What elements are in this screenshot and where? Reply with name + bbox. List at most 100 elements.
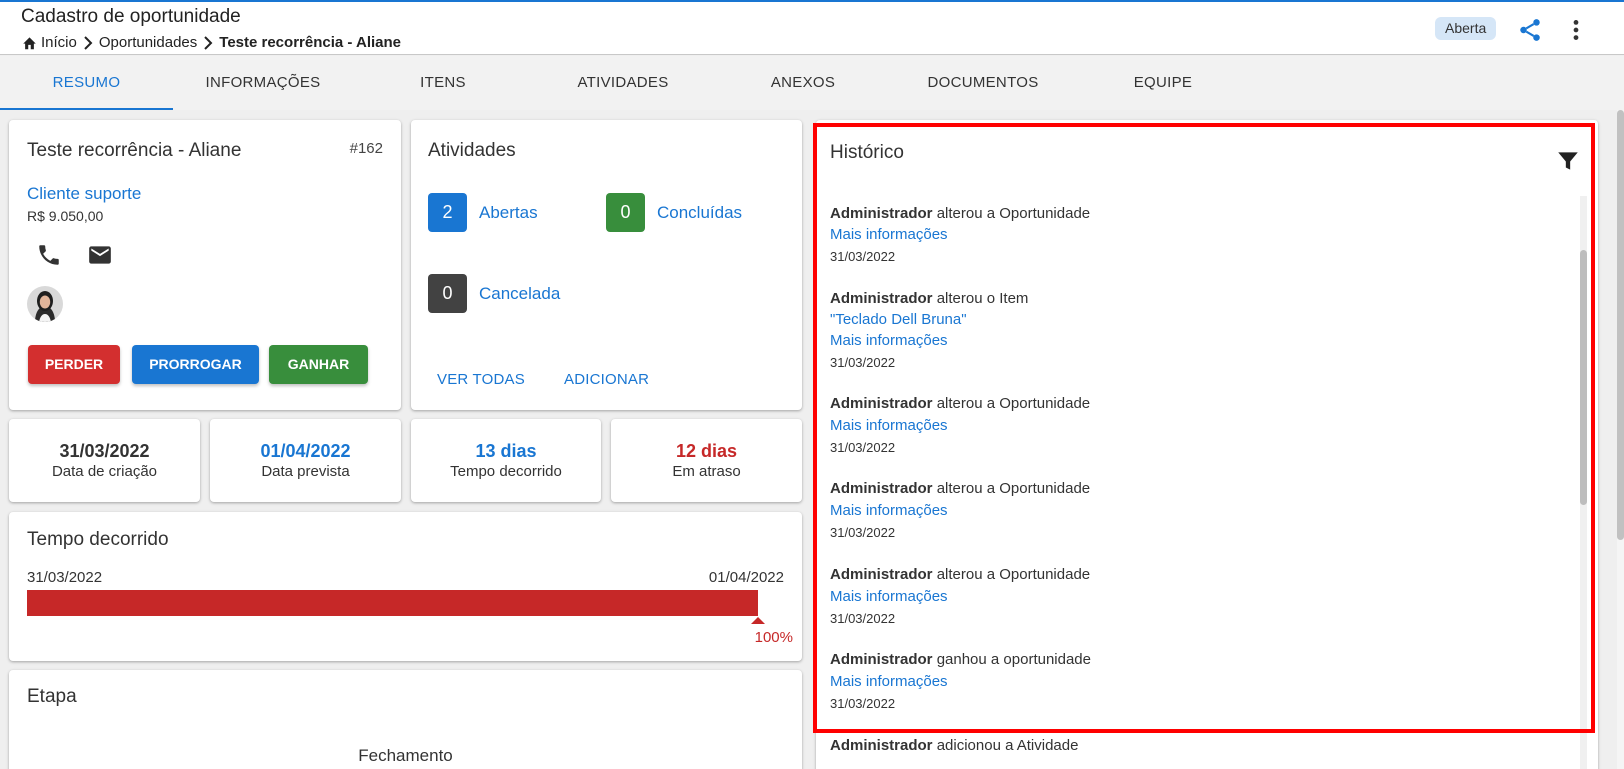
stat-value: 01/04/2022: [260, 441, 351, 461]
filter-icon[interactable]: [1555, 148, 1581, 174]
breadcrumb-home[interactable]: Início: [22, 34, 77, 51]
elapsed-time-card: Tempo decorrido 31/03/2022 01/04/2022 10…: [9, 512, 802, 661]
tab-anexos[interactable]: ANEXOS: [713, 56, 893, 110]
done-activities-link[interactable]: Concluídas: [657, 203, 742, 223]
email-icon[interactable]: [87, 242, 113, 268]
share-icon[interactable]: [1517, 17, 1543, 43]
more-info-link[interactable]: Mais informações: [830, 500, 1090, 521]
tab-bar: RESUMO INFORMAÇÕES ITENS ATIVIDADES ANEX…: [0, 56, 1624, 110]
more-info-link[interactable]: Mais informações: [830, 224, 1090, 245]
stat-label: Tempo decorrido: [450, 463, 562, 480]
page-scrollbar-thumb[interactable]: [1617, 110, 1624, 540]
history-entry: Administrador alterou a Oportunidade Mai…: [830, 478, 1090, 543]
opportunity-value: R$ 9.050,00: [27, 208, 104, 224]
history-entry: Administrador alterou a Oportunidade Mai…: [830, 564, 1090, 629]
history-action: alterou a Oportunidade: [936, 205, 1091, 222]
stat-card-elapsed: 13 dias Tempo decorrido: [411, 419, 601, 502]
activities-title: Atividades: [428, 140, 516, 161]
phone-icon[interactable]: [36, 242, 62, 268]
breadcrumb-item-current: Teste recorrência - Aliane: [219, 34, 402, 51]
page-title: Cadastro de oportunidade: [21, 6, 241, 27]
chevron-right-icon: [84, 35, 93, 50]
more-info-link[interactable]: Mais informações: [830, 330, 1028, 351]
avatar[interactable]: [27, 286, 63, 322]
breadcrumb-item-oportunidades[interactable]: Oportunidades: [99, 34, 197, 51]
history-title: Histórico: [830, 142, 904, 163]
stat-label: Data prevista: [261, 463, 350, 480]
history-user: Administrador: [830, 651, 933, 668]
history-user: Administrador: [830, 566, 933, 583]
open-activities-link[interactable]: Abertas: [479, 203, 538, 223]
activities-card: Atividades 2 Abertas 0 Concluídas 0 Canc…: [411, 120, 802, 410]
history-date: 31/03/2022: [830, 249, 896, 264]
tab-itens[interactable]: ITENS: [353, 56, 533, 110]
tab-informacoes[interactable]: INFORMAÇÕES: [173, 56, 353, 110]
history-scrollbar-thumb[interactable]: [1580, 250, 1587, 505]
elapsed-progress-percent: 100%: [754, 629, 793, 646]
stat-card-created: 31/03/2022 Data de criação: [9, 419, 200, 502]
stat-label: Em atraso: [672, 463, 741, 480]
stage-current: Fechamento: [358, 746, 453, 765]
open-activities-count[interactable]: 2: [428, 193, 467, 232]
history-user: Administrador: [830, 395, 933, 412]
history-entry: Administrador adicionou a Atividade: [830, 735, 1078, 756]
cancelled-activities-link[interactable]: Cancelada: [479, 284, 560, 304]
history-action: adicionou a Atividade: [936, 737, 1079, 754]
history-date: 31/03/2022: [830, 355, 896, 370]
add-activity-button[interactable]: ADICIONAR: [564, 371, 649, 388]
elapsed-end-date: 01/04/2022: [708, 569, 784, 586]
history-action: alterou a Oportunidade: [936, 480, 1091, 497]
history-user: Administrador: [830, 480, 933, 497]
history-date: 31/03/2022: [830, 525, 896, 540]
history-entry: Administrador alterou a Oportunidade Mai…: [830, 393, 1090, 458]
lose-button[interactable]: PERDER: [28, 345, 120, 384]
client-link[interactable]: Cliente suporte: [27, 184, 141, 204]
app-header: Cadastro de oportunidade Início Oportuni…: [0, 2, 1624, 55]
tab-documentos[interactable]: DOCUMENTOS: [893, 56, 1073, 110]
view-all-activities-button[interactable]: VER TODAS: [437, 371, 525, 388]
history-date: 31/03/2022: [830, 611, 896, 626]
done-activities-count[interactable]: 0: [606, 193, 645, 232]
history-user: Administrador: [830, 290, 933, 307]
home-icon: [23, 36, 36, 49]
history-entry: Administrador alterou a Oportunidade Mai…: [830, 203, 1090, 267]
stat-value: 12 dias: [675, 441, 738, 461]
stat-value: 13 dias: [475, 441, 537, 461]
extend-button[interactable]: PRORROGAR: [132, 345, 259, 384]
stage-card: Etapa Fechamento: [9, 670, 802, 769]
history-user: Administrador: [830, 737, 933, 754]
history-action: alterou a Oportunidade: [936, 566, 1091, 583]
history-action: ganhou a oportunidade: [936, 651, 1091, 668]
history-entry: Administrador alterou o Item "Teclado De…: [830, 288, 1028, 373]
history-detail-link[interactable]: "Teclado Dell Bruna": [830, 309, 1028, 330]
tab-resumo[interactable]: RESUMO: [0, 56, 173, 110]
history-entry: Administrador ganhou a oportunidade Mais…: [830, 649, 1091, 714]
stat-label: Data de criação: [51, 463, 158, 480]
stat-card-expected: 01/04/2022 Data prevista: [210, 419, 401, 502]
history-card: Histórico Administrador alterou a Oportu…: [816, 120, 1598, 769]
more-vert-icon[interactable]: [1563, 17, 1589, 43]
breadcrumb-item-inicio[interactable]: Início: [41, 34, 77, 51]
cancelled-activities-count[interactable]: 0: [428, 274, 467, 313]
more-info-link[interactable]: Mais informações: [830, 415, 1090, 436]
win-button[interactable]: GANHAR: [269, 345, 368, 384]
history-user: Administrador: [830, 205, 933, 222]
more-info-link[interactable]: Mais informações: [830, 671, 1091, 692]
user-avatar-icon: [27, 286, 63, 322]
stage-title: Etapa: [27, 686, 77, 707]
history-action: alterou a Oportunidade: [936, 395, 1091, 412]
history-action: alterou o Item: [936, 290, 1029, 307]
status-badge: Aberta: [1435, 17, 1497, 40]
tab-equipe[interactable]: EQUIPE: [1073, 56, 1253, 110]
elapsed-progress-track: [27, 590, 758, 616]
more-info-link[interactable]: Mais informações: [830, 586, 1090, 607]
progress-marker-icon: [751, 617, 765, 624]
chevron-right-icon: [204, 35, 213, 50]
opportunity-card: Teste recorrência - Aliane #162 Cliente …: [9, 120, 401, 410]
tab-atividades[interactable]: ATIVIDADES: [533, 56, 713, 110]
history-date: 31/03/2022: [830, 440, 896, 455]
elapsed-progress-fill: [27, 590, 758, 616]
elapsed-start-date: 31/03/2022: [27, 569, 103, 586]
stat-card-overdue: 12 dias Em atraso: [611, 419, 802, 502]
opportunity-name: Teste recorrência - Aliane: [27, 140, 242, 161]
